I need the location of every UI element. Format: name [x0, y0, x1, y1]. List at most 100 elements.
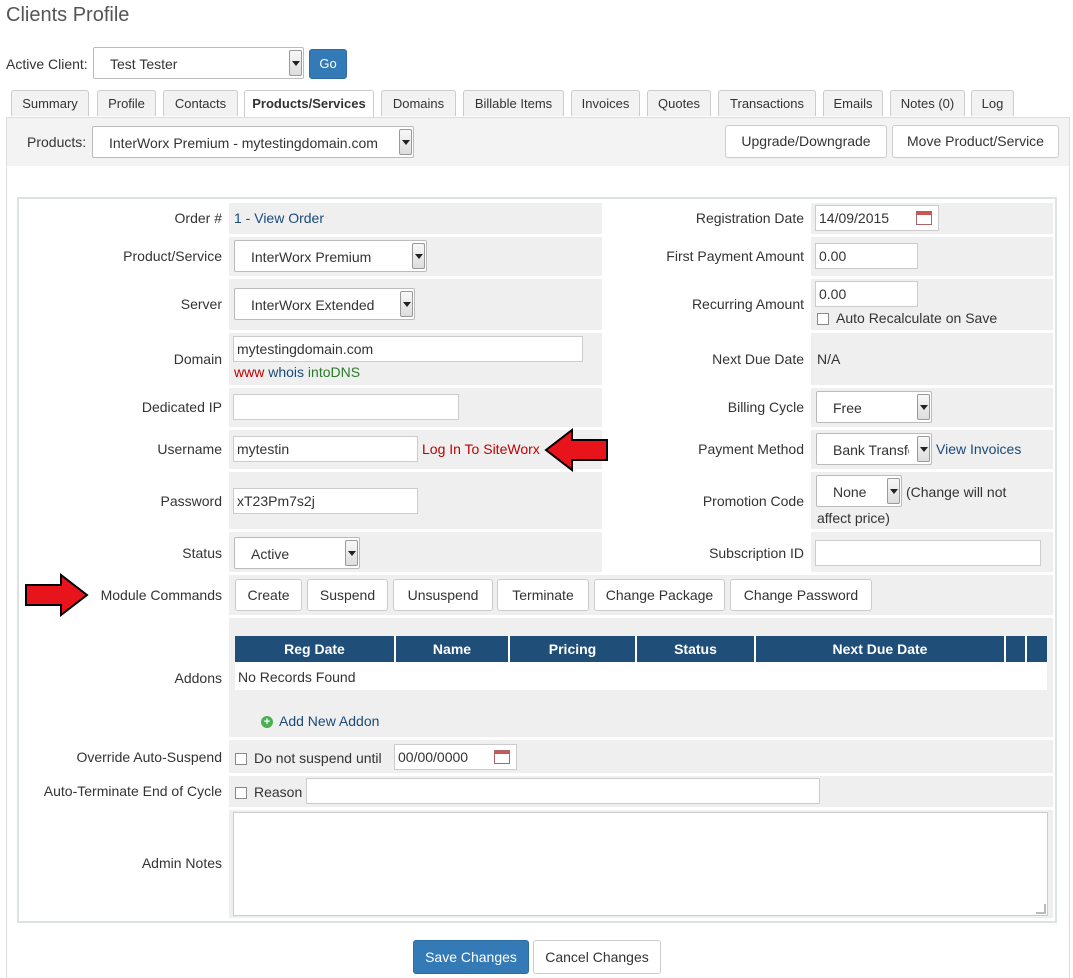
- chevron-down-icon: [399, 129, 412, 155]
- active-client-select[interactable]: Test Tester: [93, 47, 304, 79]
- calendar-icon[interactable]: [916, 211, 932, 225]
- terminate-button[interactable]: Terminate: [497, 579, 589, 611]
- dedicated-ip-input[interactable]: [233, 394, 459, 420]
- products-label: Products:: [27, 134, 87, 150]
- add-new-addon-link[interactable]: Add New Addon: [279, 713, 379, 729]
- status-label: Status: [182, 545, 222, 561]
- domain-input[interactable]: mytestingdomain.com: [233, 336, 583, 362]
- change-password-button[interactable]: Change Password: [730, 579, 872, 611]
- view-invoices-link[interactable]: View Invoices: [936, 441, 1021, 457]
- tab-domains[interactable]: Domains: [381, 90, 456, 116]
- recurring-input[interactable]: 0.00: [815, 281, 918, 307]
- chevron-down-icon: [400, 291, 413, 317]
- upgrade-downgrade-button[interactable]: Upgrade/Downgrade: [725, 125, 887, 158]
- chevron-down-icon: [412, 243, 425, 269]
- addons-label: Addons: [174, 670, 222, 686]
- auto-recalc-checkbox[interactable]: [817, 313, 829, 325]
- col-delete: [1027, 636, 1047, 662]
- payment-method-select[interactable]: Bank Transfer: [816, 433, 932, 465]
- products-select[interactable]: InterWorx Premium - mytestingdomain.com: [92, 126, 414, 158]
- reg-date-value: 14/09/2015: [819, 210, 890, 226]
- cancel-changes-button[interactable]: Cancel Changes: [533, 940, 661, 974]
- reg-date-label: Registration Date: [695, 210, 804, 226]
- product-label: Product/Service: [123, 248, 222, 264]
- payment-method-label: Payment Method: [698, 441, 804, 457]
- first-payment-label: First Payment Amount: [666, 248, 804, 264]
- col-reg-date: Reg Date: [235, 636, 396, 662]
- tab-summary[interactable]: Summary: [11, 90, 89, 116]
- view-order-link[interactable]: 1 - View Order: [234, 210, 324, 226]
- save-changes-button[interactable]: Save Changes: [413, 940, 529, 974]
- tab-log[interactable]: Log: [971, 90, 1014, 116]
- chevron-down-icon: [345, 540, 358, 566]
- promo-code-select[interactable]: None: [816, 475, 902, 507]
- www-link[interactable]: www: [234, 364, 264, 380]
- chevron-down-icon: [887, 478, 900, 504]
- tab-quotes[interactable]: Quotes: [647, 90, 711, 116]
- subscription-label: Subscription ID: [709, 545, 804, 561]
- username-input[interactable]: mytestin: [233, 436, 418, 462]
- autoterm-label: Auto-Terminate End of Cycle: [43, 783, 222, 799]
- tab-emails[interactable]: Emails: [823, 90, 883, 116]
- change-package-button[interactable]: Change Package: [594, 579, 725, 611]
- admin-notes-textarea[interactable]: [233, 812, 1048, 916]
- billing-cycle-value: Free: [833, 400, 862, 416]
- addons-empty-row: [235, 662, 1047, 690]
- next-due-value: N/A: [817, 351, 841, 367]
- recurring-label: Recurring Amount: [691, 296, 804, 312]
- chevron-down-icon: [917, 436, 930, 462]
- username-label: Username: [157, 441, 222, 457]
- resize-handle-icon[interactable]: [1036, 904, 1046, 914]
- intodns-link[interactable]: intoDNS: [308, 364, 360, 380]
- payment-method-value: Bank Transfer: [833, 442, 909, 458]
- status-select[interactable]: Active: [234, 537, 360, 569]
- unsuspend-button[interactable]: Unsuspend: [393, 579, 493, 611]
- col-name: Name: [396, 636, 510, 662]
- tab-profile[interactable]: Profile: [97, 90, 156, 116]
- promo-note-1: (Change will not: [906, 484, 1007, 500]
- promo-code-value: None: [833, 484, 867, 500]
- next-due-label: Next Due Date: [712, 351, 804, 367]
- calendar-icon[interactable]: [494, 750, 510, 764]
- add-circle-icon: +: [261, 716, 273, 728]
- password-input[interactable]: xT23Pm7s2j: [233, 488, 418, 514]
- active-client-label: Active Client:: [6, 56, 88, 72]
- tab-billable-items[interactable]: Billable Items: [463, 90, 564, 116]
- col-next-due-date: Next Due Date: [756, 636, 1006, 662]
- reason-input[interactable]: [306, 778, 820, 804]
- col-edit: [1006, 636, 1027, 662]
- billing-cycle-select[interactable]: Free: [816, 391, 932, 423]
- tab-invoices[interactable]: Invoices: [571, 90, 640, 116]
- override-checkbox-label: Do not suspend until: [254, 750, 382, 766]
- move-product-button[interactable]: Move Product/Service: [892, 125, 1059, 158]
- tab-products-services[interactable]: Products/Services: [244, 90, 374, 118]
- reason-label: Reason: [254, 784, 303, 800]
- autoterm-checkbox[interactable]: [235, 787, 247, 799]
- login-siteworx-link[interactable]: Log In To SiteWorx: [422, 441, 540, 457]
- password-label: Password: [160, 493, 222, 509]
- override-label: Override Auto-Suspend: [76, 749, 222, 765]
- override-checkbox[interactable]: [235, 753, 247, 765]
- server-select[interactable]: InterWorx Extended: [234, 288, 415, 320]
- domain-links: www whois intoDNS: [234, 364, 360, 380]
- no-records-text: No Records Found: [238, 669, 356, 685]
- tab-contacts[interactable]: Contacts: [163, 90, 238, 116]
- create-button[interactable]: Create: [235, 579, 302, 611]
- promo-code-label: Promotion Code: [702, 493, 804, 509]
- domain-label: Domain: [173, 351, 222, 367]
- product-select[interactable]: InterWorx Premium: [234, 240, 427, 272]
- subscription-input[interactable]: [815, 540, 1041, 566]
- server-select-value: InterWorx Extended: [251, 297, 375, 313]
- products-select-value: InterWorx Premium - mytestingdomain.com: [109, 135, 378, 151]
- status-select-value: Active: [251, 546, 290, 562]
- first-payment-input[interactable]: 0.00: [815, 243, 918, 269]
- billing-cycle-label: Billing Cycle: [727, 399, 804, 415]
- override-date-value: 00/00/0000: [398, 749, 469, 765]
- tab-transactions[interactable]: Transactions: [718, 90, 816, 116]
- suspend-button[interactable]: Suspend: [307, 579, 388, 611]
- whois-link[interactable]: whois: [268, 364, 304, 380]
- dedicated-ip-label: Dedicated IP: [141, 399, 222, 415]
- arrow-left-icon: [544, 428, 608, 472]
- tab-notes[interactable]: Notes (0): [890, 90, 965, 116]
- go-button[interactable]: Go: [309, 49, 347, 79]
